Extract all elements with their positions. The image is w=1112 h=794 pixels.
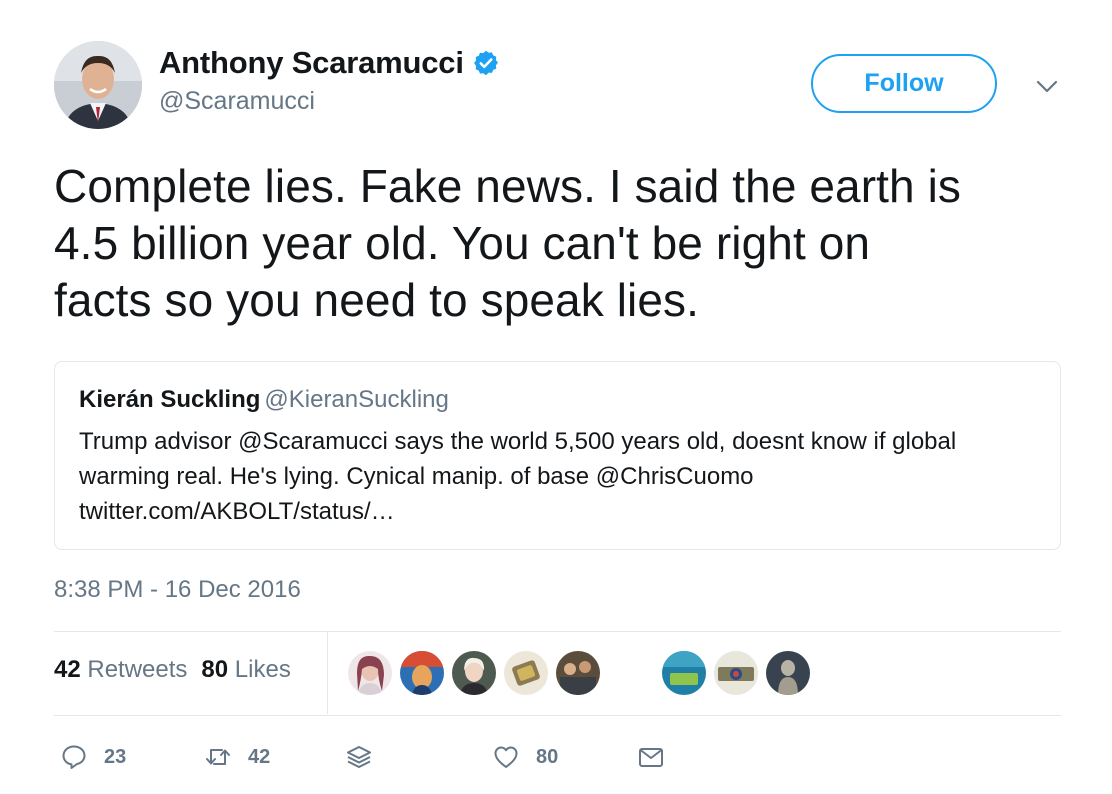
direct-message-button[interactable] — [637, 740, 665, 774]
quoted-tweet-header: Kierán Suckling @KieranSuckling — [79, 386, 449, 414]
retweet-button[interactable]: 42 — [204, 740, 270, 774]
retweets-label: Retweets — [87, 656, 188, 683]
retweet-icon — [206, 749, 230, 765]
liker-avatar[interactable] — [400, 651, 444, 695]
follow-button[interactable]: Follow — [811, 54, 997, 113]
likes-label: Likes — [234, 656, 291, 683]
likes-stat[interactable]: 80 Likes — [201, 656, 290, 683]
liker-avatar[interactable] — [504, 651, 548, 695]
stack-icon — [347, 746, 371, 768]
quoted-tweet-text-line: warming real. He's lying. Cynical manip.… — [79, 463, 754, 490]
verified-badge-icon — [472, 49, 500, 77]
reply-icon — [62, 745, 86, 769]
liker-avatar[interactable] — [662, 651, 706, 695]
retweets-count: 42 — [54, 656, 81, 683]
liker-avatar[interactable] — [452, 651, 496, 695]
heart-icon — [494, 746, 518, 768]
chevron-down-icon[interactable] — [1034, 73, 1060, 99]
quoted-tweet-link[interactable]: twitter.com/AKBOLT/status/… — [79, 494, 1039, 529]
author-avatar[interactable] — [54, 41, 142, 129]
tweet-text: Complete lies. Fake news. I said the ear… — [54, 158, 1064, 329]
tweet-text-line: Complete lies. Fake news. I said the ear… — [54, 160, 962, 212]
quoted-tweet-text-line: Trump advisor @Scaramucci says the world… — [79, 428, 957, 455]
quoted-tweet-text: Trump advisor @Scaramucci says the world… — [79, 424, 1039, 529]
stats-top-divider — [54, 631, 1061, 632]
reply-button[interactable]: 23 — [60, 740, 126, 774]
liker-avatar[interactable] — [766, 651, 810, 695]
liker-avatar[interactable] — [348, 651, 392, 695]
like-count: 80 — [536, 745, 559, 768]
author-handle[interactable]: @Scaramucci — [159, 87, 315, 116]
tweet-timestamp[interactable]: 8:38 PM - 16 Dec 2016 — [54, 576, 301, 604]
author-name[interactable]: Anthony Scaramucci — [159, 45, 464, 81]
likes-count: 80 — [201, 656, 229, 683]
stack-button[interactable] — [345, 740, 373, 774]
quoted-tweet-card[interactable]: Kierán Suckling @KieranSuckling Trump adv… — [54, 361, 1061, 550]
stats-bottom-divider — [54, 715, 1061, 716]
quoted-tweet-author-name: Kierán Suckling — [79, 386, 261, 413]
envelope-icon — [639, 748, 663, 767]
tweet-text-line: facts so you need to speak lies. — [54, 274, 700, 326]
reply-count: 23 — [104, 745, 127, 768]
engagement-stats: 42 Retweets 80 Likes — [54, 656, 291, 684]
retweet-count: 42 — [248, 745, 271, 768]
quoted-tweet-author-handle: @KieranSuckling — [264, 386, 449, 413]
liker-avatar[interactable] — [714, 651, 758, 695]
retweets-stat[interactable]: 42 Retweets — [54, 656, 187, 683]
author-name-row[interactable]: Anthony Scaramucci — [159, 45, 500, 81]
like-button[interactable]: 80 — [492, 740, 558, 774]
stats-vertical-divider — [327, 632, 328, 714]
liker-avatar[interactable] — [556, 651, 600, 695]
tweet-text-line: 4.5 billion year old. You can't be right… — [54, 217, 871, 269]
